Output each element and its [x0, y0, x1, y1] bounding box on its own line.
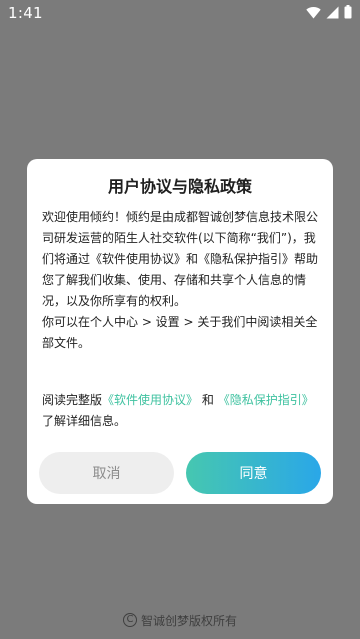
- copyright-icon: C: [122, 613, 137, 627]
- software-agreement-link[interactable]: 《软件使用协议》: [102, 393, 198, 407]
- notice-conjunction: 和: [201, 393, 214, 407]
- status-bar: 1:41: [0, 0, 360, 26]
- privacy-dialog: 用户协议与隐私政策 欢迎使用倾约！倾约是由成都智诚创梦信息技术限公司研发运营的陌…: [27, 159, 333, 504]
- cellular-signal-icon: [326, 6, 339, 19]
- dialog-title: 用户协议与隐私政策: [107, 177, 252, 196]
- copyright-text: 智诚创梦版权所有: [140, 613, 237, 628]
- intro-paragraph: 欢迎使用倾约！倾约是由成都智诚创梦信息技术限公司研发运营的陌生人社交软件(以下简…: [42, 210, 319, 308]
- notice-suffix: 了解详细信息。: [42, 414, 127, 428]
- copyright-footer: C 智诚创梦版权所有: [0, 611, 360, 629]
- wifi-icon: [306, 6, 321, 19]
- status-time: 1:41: [8, 4, 43, 22]
- cancel-button[interactable]: 取消: [39, 452, 174, 494]
- privacy-guide-link[interactable]: 《隐私保护指引》: [218, 393, 314, 407]
- status-icons: [306, 5, 352, 19]
- settings-paragraph: 你可以在个人中心 > 设置 > 关于我们中阅读相关全部文件。: [42, 315, 318, 350]
- agree-button[interactable]: 同意: [186, 452, 321, 494]
- dialog-body: 欢迎使用倾约！倾约是由成都智诚创梦信息技术限公司研发运营的陌生人社交软件(以下简…: [42, 207, 322, 354]
- battery-icon: [344, 5, 352, 19]
- notice-prefix: 阅读完整版: [42, 393, 103, 407]
- read-notice: 阅读完整版《软件使用协议》 和 《隐私保护指引》了解详细信息。: [42, 390, 322, 432]
